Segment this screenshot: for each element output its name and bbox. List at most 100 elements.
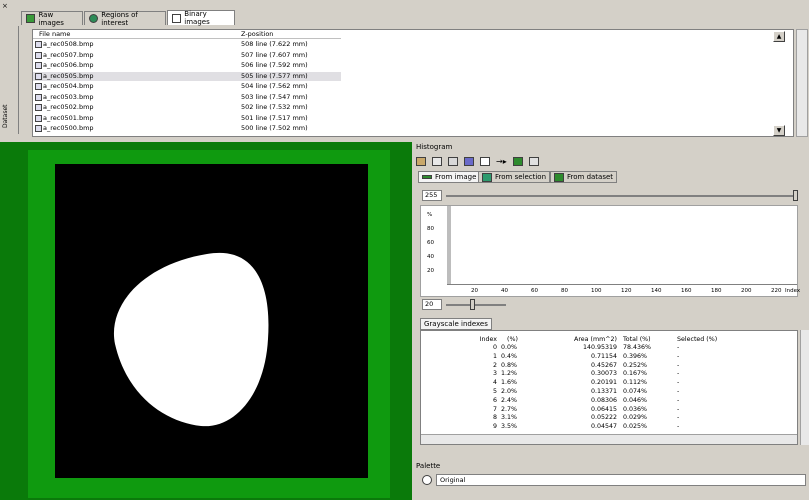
cell-area: 0.08306	[590, 396, 617, 404]
cell-total: 0.046%	[623, 396, 648, 404]
file-name: a_rec0503.bmp	[43, 92, 94, 101]
file-row[interactable]: a_rec0508.bmp 508 line (7.622 mm)	[33, 40, 793, 49]
header-selected: Selected (%)	[677, 336, 718, 343]
file-row[interactable]: a_rec0505.bmp 505 line (7.577 mm)	[33, 71, 793, 81]
cell-index: 7	[492, 405, 497, 413]
table-row[interactable]: 5 2.0% 0.13371 0.074% -	[421, 388, 797, 396]
histogram-y-axis-band	[447, 206, 451, 284]
scroll-down-button[interactable]: ▼	[773, 125, 785, 136]
table-row[interactable]: 2 0.8% 0.45267 0.252% -	[421, 361, 797, 370]
cell-selected: -	[677, 414, 680, 422]
palette-select[interactable]: Original	[436, 474, 806, 486]
table-row[interactable]: 0 0.0% 140.95319 78.436% -	[421, 344, 797, 352]
file-name: a_rec0501.bmp	[43, 113, 94, 122]
tab-label: Grayscale indexes	[424, 320, 488, 328]
file-row[interactable]: a_rec0504.bmp 504 line (7.562 mm)	[33, 82, 793, 91]
bottom-value-field[interactable]: 20	[422, 299, 442, 310]
tab-from-dataset[interactable]: From dataset	[550, 171, 618, 183]
cell-index: 0	[492, 344, 497, 351]
refresh-icon[interactable]	[528, 156, 539, 166]
bmp-file-icon	[35, 104, 42, 111]
cell-total: 0.396%	[623, 352, 648, 360]
cell-pct: 0.8%	[501, 361, 517, 369]
table-row[interactable]: 7 2.7% 0.06415 0.036% -	[421, 405, 797, 414]
tab-binary-images[interactable]: Binary images	[167, 10, 235, 26]
dataset-label: Dataset	[2, 104, 9, 129]
image-viewer[interactable]	[0, 142, 412, 500]
grayscale-hscroll[interactable]	[421, 434, 797, 444]
dataset-scroll[interactable]	[18, 26, 30, 134]
x-tick-label: 220	[771, 288, 782, 294]
chart-icon[interactable]	[480, 156, 490, 166]
cell-index: 4	[492, 379, 497, 387]
file-list-header: File name Z-position	[33, 30, 341, 39]
tab-grayscale-indexes[interactable]: Grayscale indexes	[420, 318, 492, 330]
x-tick-label: 140	[651, 288, 662, 294]
cell-pct: 2.4%	[501, 396, 517, 404]
column-header-z-position[interactable]: Z-position	[241, 30, 273, 39]
file-name: a_rec0508.bmp	[43, 40, 94, 48]
right-scrollbar[interactable]	[796, 29, 808, 137]
file-z-position: 504 line (7.562 mm)	[241, 82, 308, 90]
table-row[interactable]: 8 3.1% 0.05222 0.029% -	[421, 414, 797, 422]
file-row[interactable]: a_rec0506.bmp 506 line (7.592 mm)	[33, 61, 793, 70]
from-image-icon	[422, 175, 432, 179]
bmp-file-icon	[35, 114, 42, 122]
y-tick-label: 60	[427, 240, 434, 246]
file-name: a_rec0506.bmp	[43, 61, 94, 69]
bottom-slider[interactable]	[446, 304, 506, 306]
bmp-file-icon	[35, 51, 42, 59]
cell-total: 0.252%	[623, 361, 648, 369]
top-slider-thumb[interactable]	[793, 190, 798, 201]
cell-pct: 3.1%	[501, 414, 517, 422]
cell-total: 0.036%	[623, 405, 648, 413]
copy-icon[interactable]	[432, 156, 442, 166]
top-slider[interactable]	[446, 195, 796, 197]
cell-selected: -	[677, 370, 680, 378]
file-row[interactable]: a_rec0503.bmp 503 line (7.547 mm)	[33, 93, 793, 102]
colors-icon[interactable]	[464, 156, 474, 166]
bmp-file-icon	[35, 125, 42, 132]
table-row[interactable]: 6 2.4% 0.08306 0.046% -	[421, 396, 797, 405]
save-icon[interactable]	[512, 156, 523, 166]
close-icon[interactable]: ×	[2, 2, 10, 10]
file-z-position: 502 line (7.532 mm)	[241, 103, 308, 111]
table-row[interactable]: 3 1.2% 0.30073 0.167% -	[421, 370, 797, 378]
file-row[interactable]: a_rec0500.bmp 500 line (7.502 mm)	[33, 124, 793, 133]
grayscale-vscroll[interactable]	[800, 330, 809, 445]
tab-from-selection[interactable]: From selection	[478, 171, 551, 183]
top-value-field[interactable]: 255	[422, 190, 442, 201]
histogram-chart: % 80 60 40 20 20 40 60 80 100 120 140 160 180 200 220 …	[420, 205, 800, 297]
grayscale-table[interactable]: Index (%) Area (mm^2) Total (%) Selected…	[420, 330, 798, 445]
histogram-title: Histogram	[416, 143, 453, 151]
tab-regions-of-interest[interactable]: Regions of interest	[84, 11, 166, 27]
tab-raw-images[interactable]: Raw images	[21, 10, 83, 27]
file-list[interactable]: File name Z-position a_rec0508.bmp 508 li…	[32, 29, 794, 137]
scroll-up-button[interactable]: ▲	[773, 31, 785, 42]
header-area: Area (mm^2)	[574, 336, 617, 343]
raw-images-icon	[26, 14, 36, 23]
file-z-position: 501 line (7.517 mm)	[241, 113, 308, 122]
file-z-position: 503 line (7.547 mm)	[241, 92, 308, 101]
bmp-file-icon	[35, 83, 42, 90]
file-row[interactable]: a_rec0502.bmp 502 line (7.532 mm)	[33, 103, 793, 112]
table-row[interactable]: 9 3.5% 0.04547 0.025% -	[421, 423, 797, 431]
file-row[interactable]: a_rec0507.bmp 507 line (7.607 mm)	[33, 51, 793, 60]
x-tick-label: 200	[741, 288, 752, 294]
palette-value: Original	[440, 476, 466, 484]
x-tick-label: 60	[531, 288, 538, 294]
file-z-position: 506 line (7.592 mm)	[241, 61, 308, 69]
table-row[interactable]: 1 0.4% 0.71154 0.396% -	[421, 352, 797, 361]
tab-label: Raw images	[38, 10, 64, 27]
bmp-file-icon	[35, 62, 42, 69]
cell-area: 0.04547	[590, 423, 617, 431]
cell-total: 0.074%	[623, 388, 648, 395]
paste-icon[interactable]	[448, 156, 458, 166]
tab-from-image[interactable]: From image	[418, 171, 481, 183]
file-row[interactable]: a_rec0501.bmp 501 line (7.517 mm)	[33, 114, 793, 123]
arrow-icon[interactable]: →▸	[496, 157, 507, 166]
bottom-slider-thumb[interactable]	[470, 299, 475, 310]
open-icon[interactable]	[416, 156, 426, 166]
column-header-file-name[interactable]: File name	[39, 30, 70, 39]
table-row[interactable]: 4 1.6% 0.20191 0.112% -	[421, 379, 797, 387]
